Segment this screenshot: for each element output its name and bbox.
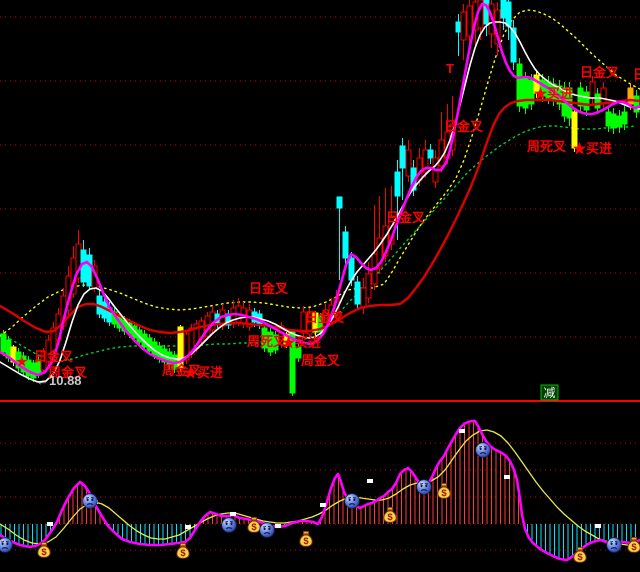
annotation-text: 日金叉 xyxy=(249,281,289,296)
stock-chart-window[interactable]: $ 减 日金叉日金叉T日金叉★买进周死叉★买进日金叉日金叉日金叉周死叉★买进周金… xyxy=(0,0,640,572)
money-bag-icon xyxy=(300,531,312,547)
annotation-text: 周死叉 xyxy=(247,334,287,349)
candle xyxy=(511,20,516,70)
sad-face-icon xyxy=(260,523,275,538)
slow-ma-line xyxy=(0,100,640,333)
candle xyxy=(87,248,92,290)
annotation-text: ★买进 xyxy=(534,86,573,101)
signal-annotations: 日金叉日金叉T日金叉★买进周死叉★买进日金叉日金叉日金叉周死叉★买进周金叉周金叉… xyxy=(16,61,640,388)
candle xyxy=(337,197,342,280)
marker-square xyxy=(595,524,601,528)
candle xyxy=(428,144,433,164)
money-bag-icon xyxy=(177,543,189,559)
annotation-text: 日金叉 xyxy=(633,67,640,82)
annotation-text: T xyxy=(446,61,454,76)
marker-square xyxy=(185,525,191,529)
sad-face-icon xyxy=(476,443,491,458)
candle xyxy=(611,108,616,134)
marker-square xyxy=(504,475,510,479)
annotation-text: ★买进 xyxy=(184,365,223,380)
annotation-text: ★买进 xyxy=(573,141,612,156)
diff-line xyxy=(0,421,640,560)
signal-line xyxy=(0,430,640,545)
panel-separator: 减 xyxy=(0,385,640,401)
candle xyxy=(584,86,589,116)
sad-face-icon xyxy=(0,538,12,553)
annotation-text: 日金叉 xyxy=(386,210,426,225)
money-bag-icon xyxy=(438,483,450,499)
annotation-text: ←10.88 xyxy=(36,373,82,388)
candle xyxy=(634,90,639,118)
candle xyxy=(343,226,348,264)
indicator-lines xyxy=(0,421,640,560)
marker-square xyxy=(230,512,236,516)
sad-face-icon xyxy=(222,518,237,533)
marker-square xyxy=(367,479,373,483)
candle xyxy=(501,0,506,30)
envelope-dotted-lines xyxy=(0,10,640,361)
candle xyxy=(456,14,461,56)
candle xyxy=(461,4,466,60)
marker-square xyxy=(275,524,281,528)
annotation-text: 周死叉 xyxy=(527,139,567,154)
annotation-text: ★买进 xyxy=(282,335,321,350)
indicator-histogram xyxy=(1,421,636,560)
candlestick-and-indicator-chart[interactable]: $ 减 日金叉日金叉T日金叉★买进周死叉★买进日金叉日金叉日金叉周死叉★买进周金… xyxy=(0,0,640,572)
signal-icons xyxy=(0,443,640,563)
candle xyxy=(590,76,595,104)
candle xyxy=(355,276,360,310)
sad-face-icon xyxy=(417,480,432,495)
candle xyxy=(400,138,405,200)
sad-face-icon xyxy=(345,494,360,509)
sad-face-icon xyxy=(607,538,622,553)
candle xyxy=(226,310,231,329)
annotation-text: 日金叉 xyxy=(305,310,345,325)
marker-square xyxy=(47,522,53,526)
candle xyxy=(517,58,522,112)
candle xyxy=(617,110,622,133)
svg-text:减: 减 xyxy=(543,386,555,400)
annotation-text: 日金叉 xyxy=(444,119,484,134)
candle xyxy=(601,82,606,110)
candle xyxy=(97,290,102,318)
money-bag-icon xyxy=(384,507,396,523)
annotation-text: 日金叉 xyxy=(580,65,620,80)
annotation-text: 日金叉 xyxy=(34,349,74,364)
candle xyxy=(506,0,511,40)
candle xyxy=(406,140,411,182)
reduce-badge: 减 xyxy=(541,385,558,400)
sad-face-icon xyxy=(83,494,98,509)
candle xyxy=(372,205,377,290)
candle xyxy=(210,306,215,334)
marker-square xyxy=(459,429,465,433)
annotation-text: ★ xyxy=(16,354,28,369)
marker-square xyxy=(320,503,326,507)
annotation-text: 周金叉 xyxy=(301,353,341,368)
